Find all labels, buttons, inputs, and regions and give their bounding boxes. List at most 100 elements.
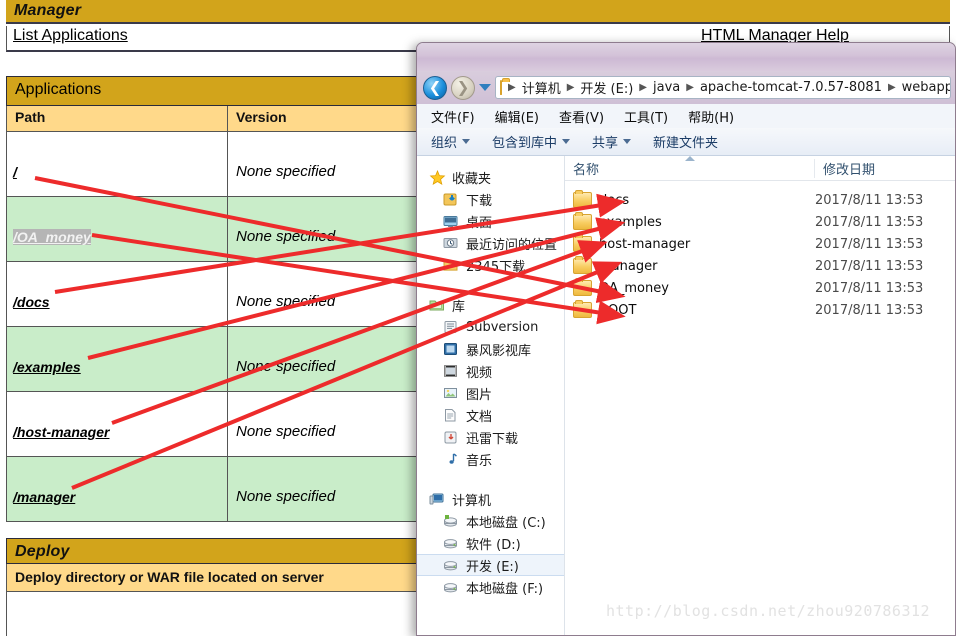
app-path-link[interactable]: /docs: [13, 294, 50, 310]
watermark-text: http://blog.csdn.net/zhou920786312: [606, 602, 931, 620]
app-path-link[interactable]: /host-manager: [13, 424, 109, 440]
nav-item-thunder-download[interactable]: 迅雷下载: [417, 426, 564, 448]
list-item[interactable]: ROOT 2017/8/11 13:53: [565, 299, 955, 321]
nav-item-documents[interactable]: 文档: [417, 404, 564, 426]
nav-item-drive-c[interactable]: 本地磁盘 (C:): [417, 510, 564, 532]
row-path-cell: /OA_money: [7, 197, 228, 261]
row-path-cell: /docs: [7, 262, 228, 326]
back-arrow-icon: ❮: [428, 78, 442, 97]
toolbar-share-label: 共享: [592, 136, 619, 151]
breadcrumb-separator: ▶: [686, 82, 694, 93]
file-name-label: ROOT: [599, 302, 637, 318]
nav-label: 本地磁盘 (C:): [466, 515, 546, 531]
menu-help[interactable]: 帮助(H): [688, 107, 734, 126]
row-version-cell: None specified: [228, 327, 418, 391]
nav-group-computer: 计算机 本地磁盘 (C:) 软件 (D:) 开发 (E:) 本地磁盘 (F:): [417, 488, 564, 598]
nav-item-videos[interactable]: 视频: [417, 360, 564, 382]
computer-icon: [429, 492, 446, 507]
toolbar-share[interactable]: 共享: [592, 132, 632, 151]
list-item[interactable]: docs 2017/8/11 13:53: [565, 189, 955, 211]
breadcrumb-item-4[interactable]: webapps: [900, 80, 950, 95]
file-name-label: manager: [599, 258, 658, 274]
nav-item-drive-f[interactable]: 本地磁盘 (F:): [417, 576, 564, 598]
system-drive-icon: [443, 514, 460, 529]
breadcrumb-item-2[interactable]: java: [651, 80, 682, 95]
app-version-text: None specified: [236, 423, 336, 440]
navigation-pane[interactable]: 收藏夹 下载 桌面 最近访问的位置 2345下载 库 Subversion 暴风…: [417, 156, 565, 635]
window-titlebar[interactable]: [417, 43, 955, 71]
row-path-cell: /examples: [7, 327, 228, 391]
nav-item-downloads[interactable]: 下载: [417, 188, 564, 210]
explorer-window[interactable]: ❮ ❯ ▶ 计算机 ▶ 开发 (E:) ▶ java ▶ apache-tomc…: [416, 42, 956, 636]
nav-label: 音乐: [466, 453, 493, 469]
column-header-path: Path: [7, 106, 228, 131]
toolbar-new-folder[interactable]: 新建文件夹: [653, 132, 718, 151]
manager-title-band: Manager: [6, 0, 950, 24]
nav-label: 2345下载: [466, 259, 526, 275]
nav-label: 文档: [466, 409, 493, 425]
toolbar-new-folder-label: 新建文件夹: [653, 136, 719, 151]
menu-edit[interactable]: 编辑(E): [495, 107, 539, 126]
nav-item-desktop[interactable]: 桌面: [417, 210, 564, 232]
list-item[interactable]: manager 2017/8/11 13:53: [565, 255, 955, 277]
nav-item-recent-places[interactable]: 最近访问的位置: [417, 232, 564, 254]
nav-item-drive-d[interactable]: 软件 (D:): [417, 532, 564, 554]
chevron-down-icon[interactable]: [479, 84, 491, 91]
nav-label: 最近访问的位置: [466, 237, 558, 253]
column-header-modified-date[interactable]: 修改日期: [815, 159, 935, 178]
address-bar: ❮ ❯ ▶ 计算机 ▶ 开发 (E:) ▶ java ▶ apache-tomc…: [417, 71, 955, 104]
drive-icon: [443, 558, 460, 573]
row-path-cell: /manager: [7, 457, 228, 521]
app-path-link[interactable]: /manager: [13, 489, 75, 505]
breadcrumb-separator: ▶: [639, 82, 647, 93]
row-version-cell: None specified: [228, 262, 418, 326]
row-path-cell: /host-manager: [7, 392, 228, 456]
nav-header-favorites[interactable]: 收藏夹: [417, 166, 564, 188]
nav-item-2345-download[interactable]: 2345下载: [417, 254, 564, 276]
file-name-cell: manager: [565, 256, 815, 274]
nav-item-drive-e[interactable]: 开发 (E:): [417, 554, 564, 576]
breadcrumb-item-1[interactable]: 开发 (E:): [578, 78, 635, 97]
nav-item-pictures[interactable]: 图片: [417, 382, 564, 404]
chevron-down-icon: [462, 139, 471, 144]
list-applications-link[interactable]: List Applications: [13, 27, 128, 45]
toolbar-organize[interactable]: 组织: [431, 132, 471, 151]
list-item[interactable]: OA_money 2017/8/11 13:53: [565, 277, 955, 299]
app-path-link[interactable]: /: [13, 164, 17, 180]
nav-item-baofeng-library[interactable]: 暴风影视库: [417, 338, 564, 360]
file-date-label: 2017/8/11 13:53: [815, 214, 924, 230]
breadcrumb[interactable]: ▶ 计算机 ▶ 开发 (E:) ▶ java ▶ apache-tomcat-7…: [495, 76, 951, 99]
column-header-name[interactable]: 名称: [565, 158, 815, 178]
folder-icon: [500, 78, 510, 95]
file-list-pane[interactable]: 名称 修改日期 docs 2017/8/11 13:53 examples 20…: [565, 156, 955, 635]
menu-tools[interactable]: 工具(T): [624, 107, 668, 126]
list-item[interactable]: host-manager 2017/8/11 13:53: [565, 233, 955, 255]
app-version-text: None specified: [236, 228, 336, 245]
forward-button[interactable]: ❯: [451, 76, 475, 100]
breadcrumb-separator: ▶: [887, 82, 896, 93]
app-path-link[interactable]: /OA_money: [13, 229, 91, 245]
breadcrumb-item-0[interactable]: 计算机: [520, 78, 563, 97]
list-item[interactable]: examples 2017/8/11 13:53: [565, 211, 955, 233]
forward-arrow-icon: ❯: [456, 78, 470, 97]
subversion-icon: [443, 320, 460, 335]
nav-label: 收藏夹: [452, 171, 492, 187]
window-body: 收藏夹 下载 桌面 最近访问的位置 2345下载 库 Subversion 暴风…: [417, 156, 955, 635]
nav-header-libraries[interactable]: 库: [417, 294, 564, 316]
breadcrumb-item-3[interactable]: apache-tomcat-7.0.57-8081: [698, 80, 884, 95]
library-icon: [429, 298, 446, 313]
folder-icon: [443, 258, 460, 273]
nav-label: 库: [452, 299, 466, 315]
toolbar-include-in-library[interactable]: 包含到库中: [492, 132, 571, 151]
chevron-down-icon: [562, 139, 571, 144]
file-date-label: 2017/8/11 13:53: [815, 236, 924, 252]
menu-view[interactable]: 查看(V): [559, 107, 604, 126]
nav-item-subversion[interactable]: Subversion: [417, 316, 564, 338]
menu-file[interactable]: 文件(F): [431, 107, 475, 126]
nav-header-computer[interactable]: 计算机: [417, 488, 564, 510]
app-path-link[interactable]: /examples: [13, 359, 81, 375]
back-button[interactable]: ❮: [423, 76, 447, 100]
nav-item-music[interactable]: 音乐: [417, 448, 564, 470]
